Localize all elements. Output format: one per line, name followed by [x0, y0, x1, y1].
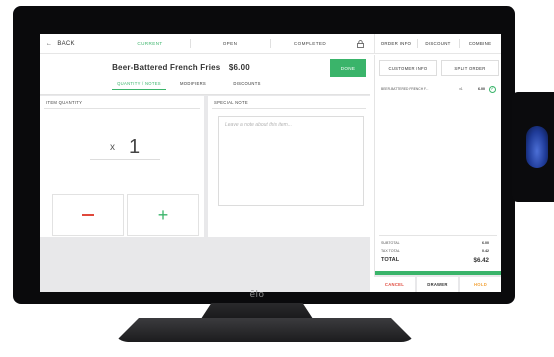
tab-discount[interactable]: DISCOUNT: [417, 39, 459, 48]
quantity-value: 1: [128, 136, 141, 158]
tax-value: 0.42: [482, 249, 489, 253]
tab-discounts[interactable]: DISCOUNTS: [220, 81, 274, 90]
reader-lens: [526, 126, 548, 168]
order-summary: CUSTOMER INFO SPLIT ORDER BEER-BATTERED …: [374, 55, 501, 292]
split-order-button[interactable]: SPLIT ORDER: [441, 60, 499, 76]
total-value: $6.42: [473, 257, 489, 264]
total-label: TOTAL: [381, 257, 400, 263]
increase-quantity-button[interactable]: +: [127, 194, 199, 236]
tab-quantity-notes[interactable]: QUANTITY / NOTES: [112, 81, 166, 90]
quantity-label: ITEM QUANTITY: [46, 100, 83, 105]
tab-current[interactable]: CURRENT: [110, 41, 190, 46]
drawer-button[interactable]: DRAWER: [417, 277, 458, 292]
top-bar: ← BACK CURRENT OPEN COMPLETED ORDER INFO…: [40, 34, 501, 54]
special-note-panel: SPECIAL NOTE Leave a note about this ite…: [208, 96, 370, 237]
cancel-button[interactable]: CANCEL: [374, 277, 415, 292]
check-circle-icon: ✓: [489, 85, 496, 93]
subtotal-value: 6.00: [482, 241, 489, 245]
order-actions-tabs: ORDER INFO DISCOUNT COMBINE: [374, 34, 501, 54]
quantity-panel: ITEM QUANTITY x 1 +: [40, 96, 204, 237]
divider: [212, 108, 366, 109]
line-item-price: 6.00: [478, 87, 485, 91]
multiplier-sign: x: [109, 142, 115, 153]
order-bottom-actions: CANCEL DRAWER HOLD: [374, 275, 501, 292]
list-item[interactable]: BEER-BATTERED FRENCH F... x1 6.00 ✓: [381, 85, 499, 93]
line-item-name: BEER-BATTERED FRENCH F...: [381, 87, 429, 91]
card-reader: [512, 92, 554, 202]
tab-modifiers[interactable]: MODIFIERS: [166, 81, 220, 90]
monitor-stand-base: [115, 318, 415, 342]
monitor-frame: ← BACK CURRENT OPEN COMPLETED ORDER INFO…: [13, 6, 515, 304]
item-editor: Beer-Battered French Fries $6.00 DONE QU…: [40, 55, 370, 292]
line-item-qty: x1: [459, 87, 463, 91]
item-price: $6.00: [228, 63, 250, 72]
back-label: BACK: [57, 40, 75, 47]
quantity-display: x 1: [90, 134, 160, 160]
tab-completed[interactable]: COMPLETED: [270, 39, 350, 48]
lock-icon: [356, 39, 364, 48]
special-note-label: SPECIAL NOTE: [214, 100, 248, 105]
hold-button[interactable]: HOLD: [460, 277, 501, 292]
item-title: Beer-Battered French Fries $6.00: [40, 63, 322, 72]
subtotal-row: SUBTOTAL 6.00: [381, 241, 489, 245]
subtotal-label: SUBTOTAL: [381, 241, 400, 245]
divider: [379, 235, 497, 236]
decrease-quantity-button[interactable]: [52, 194, 124, 236]
item-name: Beer-Battered French Fries: [112, 63, 221, 72]
tab-order-info[interactable]: ORDER INFO: [375, 41, 417, 46]
tax-row: TAX TOTAL 0.42: [381, 249, 489, 253]
pos-screen: ← BACK CURRENT OPEN COMPLETED ORDER INFO…: [40, 34, 501, 292]
tab-combine[interactable]: COMBINE: [459, 39, 501, 48]
plus-icon: +: [157, 205, 169, 225]
divider: [44, 108, 200, 109]
special-note-input[interactable]: Leave a note about this item...: [218, 116, 364, 206]
minus-icon: [82, 214, 94, 216]
arrow-left-icon: ←: [46, 40, 53, 47]
item-header: Beer-Battered French Fries $6.00 DONE QU…: [40, 55, 370, 95]
total-row: TOTAL $6.42: [381, 257, 489, 264]
tab-open[interactable]: OPEN: [190, 39, 270, 48]
lock-button[interactable]: [350, 39, 370, 48]
done-button[interactable]: DONE: [330, 59, 366, 77]
brand-logo: ēlo: [249, 290, 265, 300]
tax-label: TAX TOTAL: [381, 249, 400, 253]
order-status-tabs: CURRENT OPEN COMPLETED: [110, 39, 350, 48]
item-sub-tabs: QUANTITY / NOTES MODIFIERS DISCOUNTS: [112, 81, 274, 90]
customer-info-button[interactable]: CUSTOMER INFO: [379, 60, 437, 76]
back-button[interactable]: ← BACK: [40, 41, 110, 47]
